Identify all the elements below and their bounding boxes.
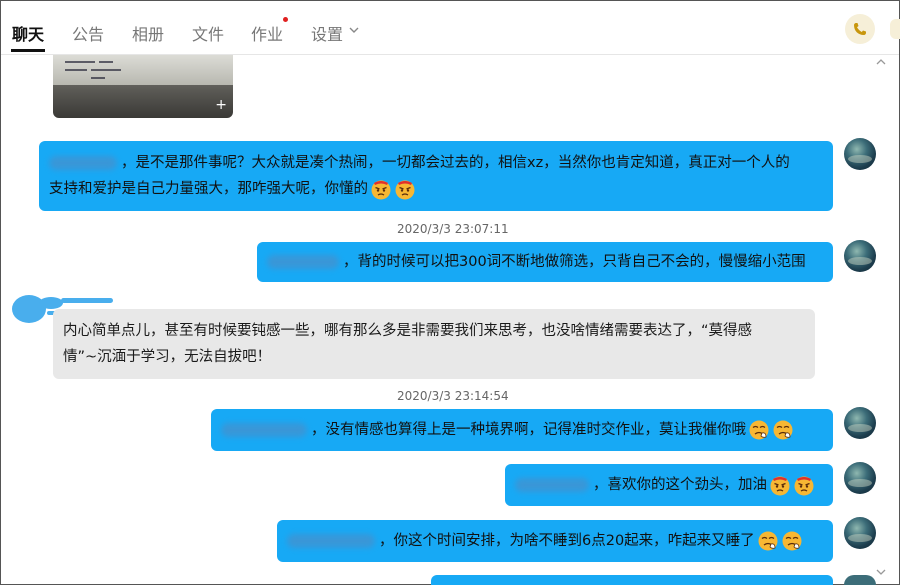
sleepy-face-icon bbox=[758, 531, 778, 551]
message-bubble-outgoing[interactable]: ，是不是那件事呢？大众就是凑个热闹，一切都会过去的，相信xz，当然你也肯定知道，… bbox=[39, 141, 833, 211]
sleepy-face-icon bbox=[773, 420, 793, 440]
avatar[interactable] bbox=[844, 517, 876, 549]
message-bubble-outgoing[interactable]: ，没有情感也算得上是一种境界啊，记得准时交作业，莫让我催你哦 bbox=[211, 409, 833, 451]
sleepy-face-icon bbox=[749, 420, 769, 440]
message-bubble-outgoing[interactable]: ，背的时候可以把300词不断地做筛选，只背自己不会的，慢慢缩小范围 bbox=[257, 242, 833, 282]
message-bubble-outgoing[interactable]: ，你这个时间安排，为啥不睡到6点20起来，咋起来又睡了 bbox=[277, 520, 833, 562]
angry-face-icon bbox=[371, 180, 391, 200]
tab-files[interactable]: 文件 bbox=[192, 21, 224, 45]
message-text-line: 情”~沉湎于学习，无法自拔吧！ bbox=[63, 349, 272, 365]
message-text-line: 支持和爱护是自己力量强大，那咋强大呢，你懂的 bbox=[49, 181, 368, 197]
redacted-name bbox=[515, 478, 589, 492]
phone-icon bbox=[854, 23, 866, 35]
message-bubble-outgoing[interactable]: ，喜欢你的这个劲头，加油 bbox=[505, 464, 833, 506]
message-text-line: ，是不是那件事呢？大众就是凑个热闹，一切都会过去的，相信xz，当然你也肯定知道，… bbox=[121, 155, 790, 171]
tab-settings[interactable]: 设置 bbox=[311, 21, 343, 45]
scroll-up-icon[interactable] bbox=[875, 57, 887, 67]
message-text-line: ，喜欢你的这个劲头，加油 bbox=[593, 477, 767, 493]
avatar[interactable] bbox=[844, 575, 876, 585]
message-bubble-incoming[interactable]: 内心简单点儿，甚至有时候要钝感一些，哪有那么多是非需要我们来思考，也没啥情绪需要… bbox=[53, 309, 815, 379]
message-text-line: ，你这个时间安排，为啥不睡到6点20起来，咋起来又睡了 bbox=[379, 533, 755, 549]
angry-face-icon bbox=[770, 476, 790, 496]
angry-face-icon bbox=[794, 476, 814, 496]
avatar[interactable] bbox=[844, 138, 876, 170]
tab-chat[interactable]: 聊天 bbox=[12, 21, 44, 45]
chevron-down-icon[interactable] bbox=[348, 24, 360, 36]
expand-icon: + bbox=[215, 97, 227, 113]
tab-bar: 聊天 公告 相册 文件 作业 设置 bbox=[1, 1, 900, 55]
image-message-thumbnail[interactable]: + bbox=[53, 55, 233, 118]
redacted-name bbox=[287, 534, 375, 548]
message-text-line: ，没有情感也算得上是一种境界啊，记得准时交作业，莫让我催你哦 bbox=[311, 422, 746, 438]
message-bubble-outgoing[interactable] bbox=[431, 575, 833, 585]
tab-album[interactable]: 相册 bbox=[132, 21, 164, 45]
message-timestamp: 2020/3/3 23:07:11 bbox=[397, 222, 509, 236]
sleepy-face-icon bbox=[782, 531, 802, 551]
scroll-down-icon[interactable] bbox=[875, 567, 887, 577]
angry-face-icon bbox=[395, 180, 415, 200]
redacted-name bbox=[221, 423, 307, 437]
avatar[interactable] bbox=[844, 407, 876, 439]
call-button[interactable] bbox=[845, 14, 875, 44]
avatar[interactable] bbox=[844, 240, 876, 272]
redacted-name bbox=[267, 255, 339, 269]
avatar[interactable] bbox=[844, 462, 876, 494]
message-text-line: ，背的时候可以把300词不断地做筛选，只背自己不会的，慢慢缩小范围 bbox=[343, 254, 806, 270]
chat-window: 聊天 公告 相册 文件 作业 设置 + ，是不是那件事呢？大众就是凑个热闹，一切… bbox=[0, 0, 900, 585]
notification-dot bbox=[283, 17, 288, 22]
active-tab-indicator bbox=[11, 49, 45, 52]
tab-homework[interactable]: 作业 bbox=[251, 21, 283, 45]
tab-announcements[interactable]: 公告 bbox=[72, 21, 104, 45]
side-panel-button[interactable] bbox=[890, 19, 900, 39]
message-timestamp: 2020/3/3 23:14:54 bbox=[397, 389, 509, 403]
redacted-name bbox=[49, 156, 117, 170]
message-text-line: 内心简单点儿，甚至有时候要钝感一些，哪有那么多是非需要我们来思考，也没啥情绪需要… bbox=[63, 323, 753, 339]
